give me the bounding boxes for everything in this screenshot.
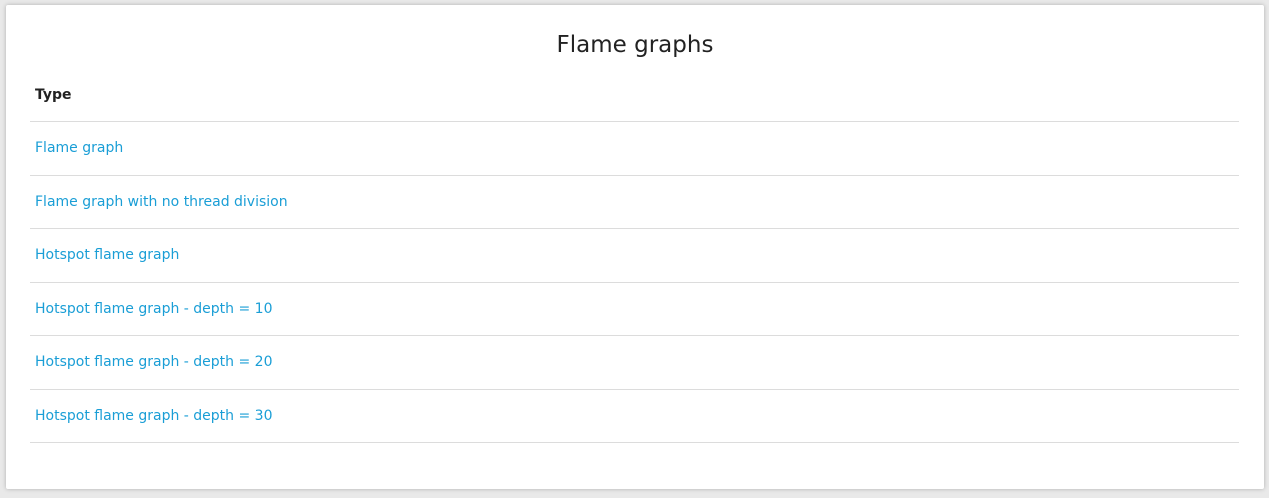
table-row: Flame graph with no thread division [30,176,1239,229]
table-row: Hotspot flame graph - depth = 10 [30,283,1239,336]
link-hotspot-flame-graph-depth-20[interactable]: Hotspot flame graph - depth = 20 [35,354,273,370]
link-hotspot-flame-graph-depth-10[interactable]: Hotspot flame graph - depth = 10 [35,301,273,317]
link-flame-graph-no-thread-division[interactable]: Flame graph with no thread division [35,194,288,210]
flame-graphs-card: Flame graphs Type Flame graph Flame grap… [6,5,1264,489]
link-hotspot-flame-graph[interactable]: Hotspot flame graph [35,247,179,263]
flame-graph-types-table: Type Flame graph Flame graph with no thr… [30,69,1239,443]
table-header-type: Type [30,69,1239,122]
table-row: Hotspot flame graph - depth = 20 [30,336,1239,390]
table-row: Flame graph [30,122,1239,176]
link-flame-graph[interactable]: Flame graph [35,140,123,156]
page-title: Flame graphs [556,32,714,58]
link-hotspot-flame-graph-depth-30[interactable]: Hotspot flame graph - depth = 30 [35,408,273,424]
table-row: Hotspot flame graph [30,229,1239,283]
table-row: Hotspot flame graph - depth = 30 [30,390,1239,443]
